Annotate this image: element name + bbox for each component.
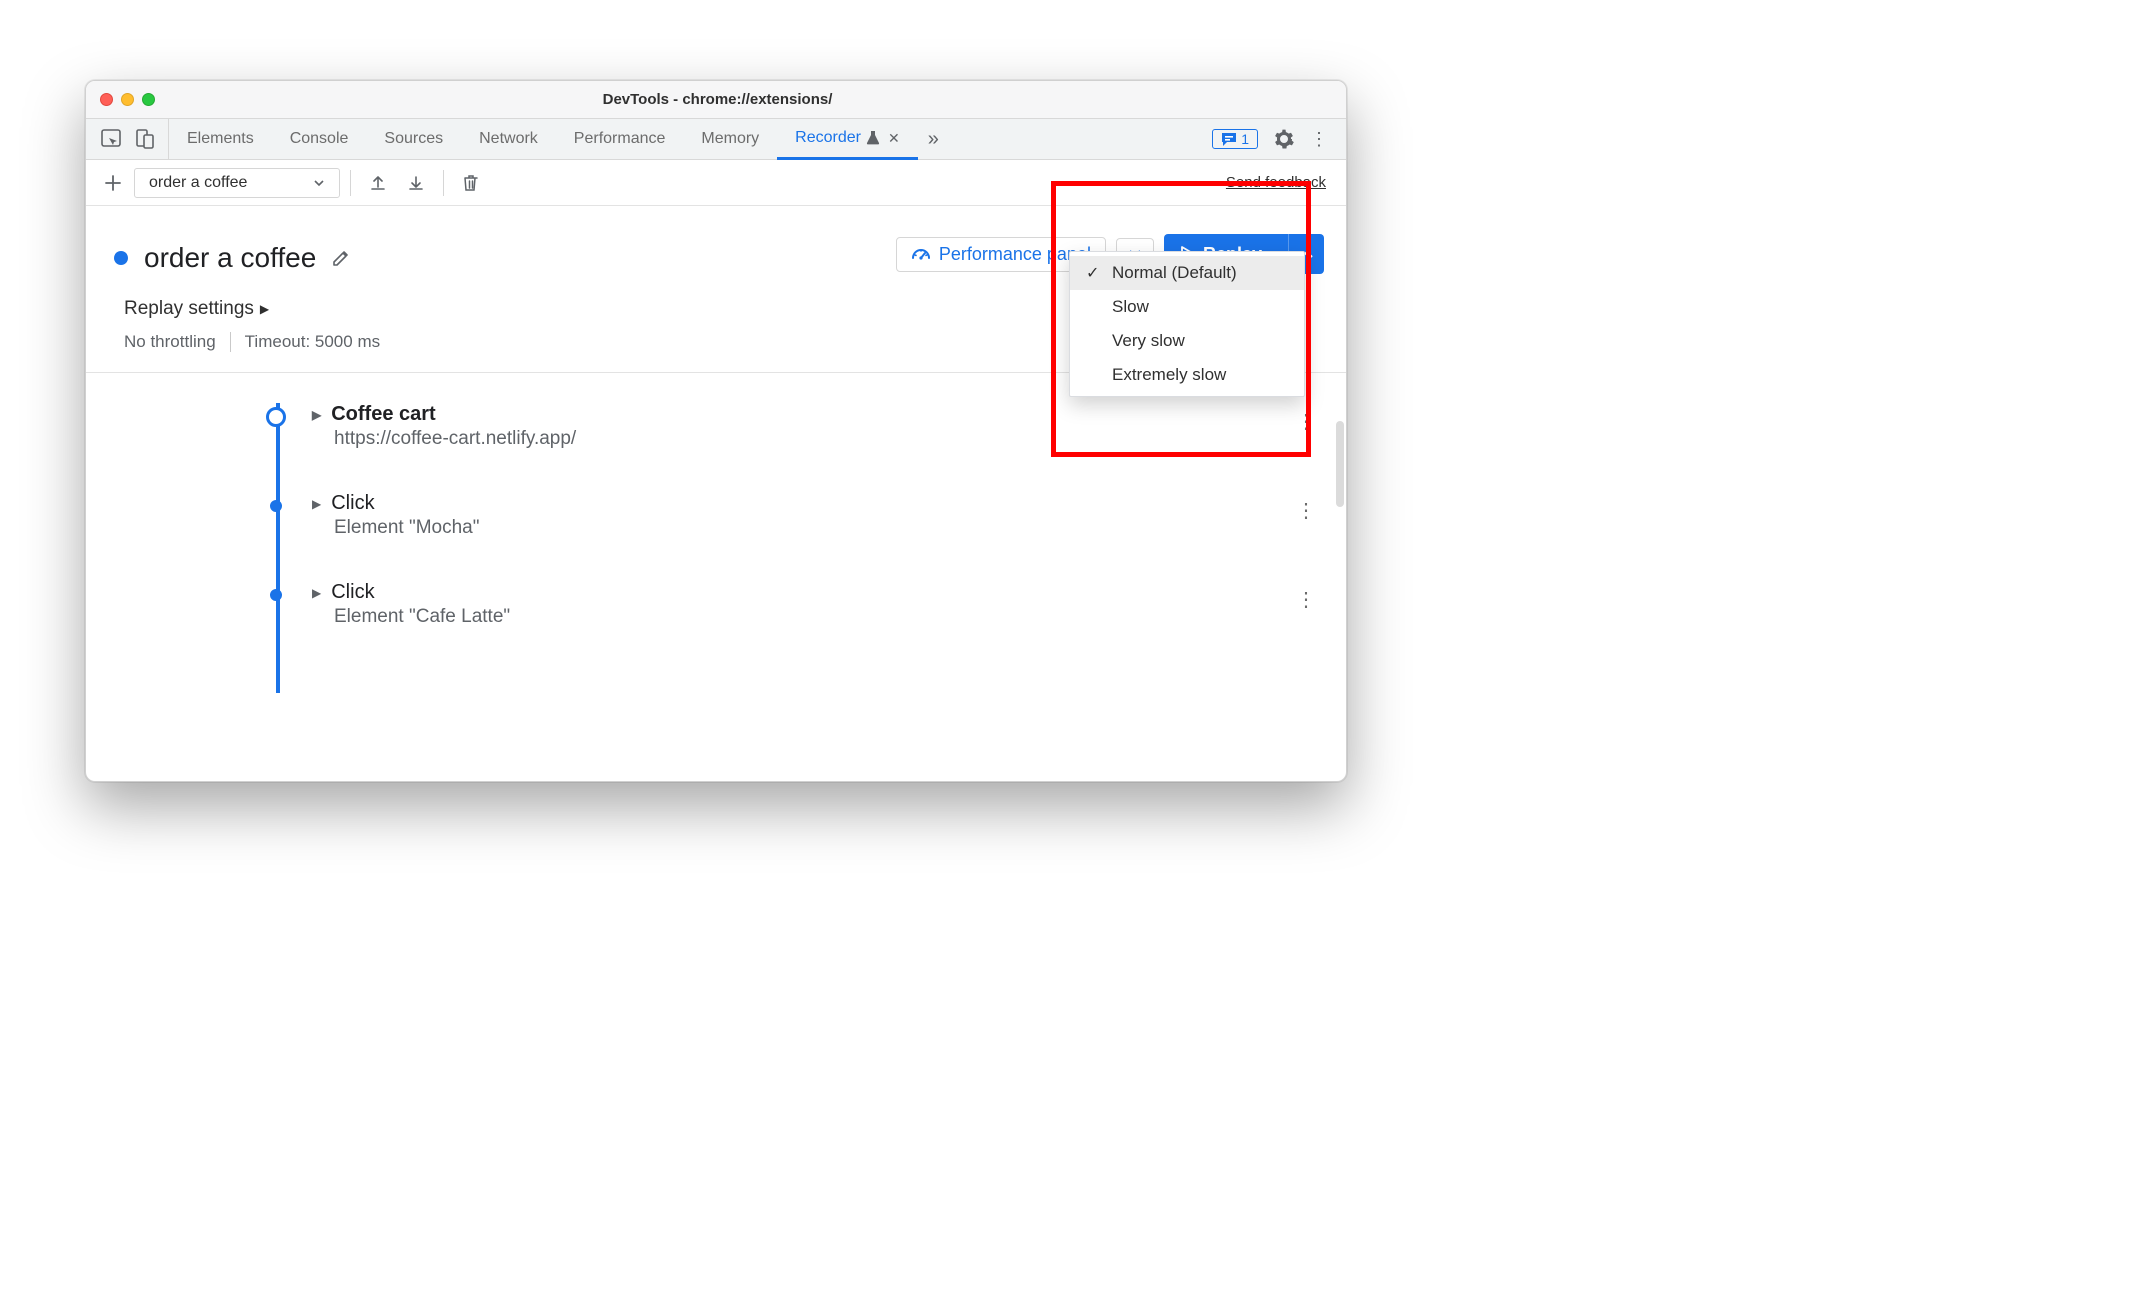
edit-icon[interactable] (330, 247, 352, 269)
step-title: Click (331, 581, 374, 604)
tab-network[interactable]: Network (461, 119, 556, 159)
tab-elements[interactable]: Elements (169, 119, 272, 159)
step-marker (270, 500, 282, 512)
tab-console[interactable]: Console (272, 119, 367, 159)
chat-icon (1221, 131, 1237, 147)
speed-option-very-slow[interactable]: Very slow (1070, 324, 1304, 358)
steps-panel: ▶ Coffee cart https://coffee-cart.netlify… (86, 373, 1346, 693)
zoom-window-button[interactable] (142, 93, 155, 106)
recording-status-dot (114, 251, 128, 265)
device-toolbar-icon[interactable] (134, 128, 154, 150)
step-item[interactable]: ▶ Click Element "Cafe Latte" ⋮ (276, 581, 1316, 628)
more-icon[interactable]: ⋮ (1310, 129, 1328, 150)
step-item[interactable]: ▶ Click Element "Mocha" ⋮ (276, 492, 1316, 539)
recording-title: order a coffee (144, 242, 316, 274)
step-subtitle: Element "Cafe Latte" (334, 606, 1316, 628)
devtools-window: DevTools - chrome://extensions/ Elements… (85, 80, 1347, 782)
step-more-icon[interactable]: ⋮ (1296, 587, 1316, 612)
tab-memory[interactable]: Memory (683, 119, 777, 159)
chevron-right-icon: ▶ (260, 302, 269, 316)
issues-count: 1 (1241, 131, 1249, 147)
chevron-right-icon: ▶ (312, 497, 321, 511)
delete-button[interactable] (454, 166, 488, 200)
close-window-button[interactable] (100, 93, 113, 106)
recording-select-label: order a coffee (149, 174, 247, 192)
scrollbar[interactable] (1336, 421, 1344, 507)
export-button[interactable] (361, 166, 395, 200)
step-title: Coffee cart (331, 403, 435, 426)
new-recording-button[interactable] (96, 166, 130, 200)
send-feedback-link[interactable]: Send feedback (1226, 174, 1336, 191)
chevron-down-icon (313, 177, 325, 189)
chevron-right-icon: ▶ (312, 408, 321, 422)
title-bar: DevTools - chrome://extensions/ (86, 81, 1346, 119)
step-subtitle: Element "Mocha" (334, 517, 1316, 539)
window-controls (100, 93, 155, 106)
replay-speed-menu: ✓ Normal (Default) Slow Very slow Extrem… (1069, 251, 1305, 397)
tab-sources[interactable]: Sources (366, 119, 461, 159)
settings-label: Replay settings (124, 298, 254, 320)
speed-option-slow[interactable]: Slow (1070, 290, 1304, 324)
step-marker-open (266, 407, 286, 427)
tab-performance[interactable]: Performance (556, 119, 684, 159)
import-button[interactable] (399, 166, 433, 200)
step-title: Click (331, 492, 374, 515)
settings-icon[interactable] (1274, 129, 1294, 149)
timeout-value: Timeout: 5000 ms (245, 332, 380, 352)
step-more-icon[interactable]: ⋮ (1296, 409, 1316, 434)
step-item[interactable]: ▶ Coffee cart https://coffee-cart.netlify… (276, 403, 1316, 450)
window-title: DevTools - chrome://extensions/ (155, 91, 1280, 108)
flask-icon (866, 130, 880, 146)
issues-button[interactable]: 1 (1212, 129, 1258, 149)
divider (230, 332, 231, 352)
tab-recorder[interactable]: Recorder ✕ (777, 120, 918, 160)
check-icon: ✓ (1086, 263, 1112, 283)
throttling-value: No throttling (124, 332, 216, 352)
speed-option-extremely-slow[interactable]: Extremely slow (1070, 358, 1304, 392)
close-icon[interactable]: ✕ (888, 130, 900, 147)
tabs-bar: Elements Console Sources Network Perform… (86, 119, 1346, 160)
minimize-window-button[interactable] (121, 93, 134, 106)
step-subtitle: https://coffee-cart.netlify.app/ (334, 428, 1316, 450)
step-more-icon[interactable]: ⋮ (1296, 498, 1316, 523)
gauge-icon (911, 244, 931, 264)
recording-select[interactable]: order a coffee (134, 168, 340, 198)
overflow-tabs-icon[interactable]: » (918, 128, 949, 151)
speed-option-normal[interactable]: ✓ Normal (Default) (1070, 256, 1304, 290)
chevron-right-icon: ▶ (312, 586, 321, 600)
step-marker (270, 589, 282, 601)
recorder-toolbar: order a coffee Send feedback (86, 160, 1346, 206)
select-element-icon[interactable] (100, 128, 124, 150)
